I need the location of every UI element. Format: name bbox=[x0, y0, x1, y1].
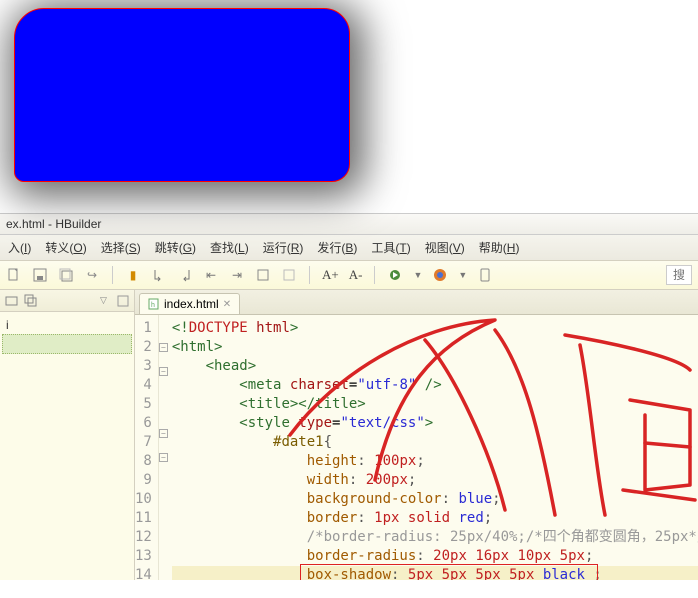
menu-item[interactable]: 选择(S) bbox=[95, 237, 147, 258]
collapse-icon[interactable]: ▽ bbox=[96, 293, 111, 308]
code-line[interactable]: background-color: blue; bbox=[172, 490, 698, 509]
code-line[interactable]: <title></title> bbox=[172, 395, 698, 414]
new-file-icon[interactable] bbox=[6, 267, 22, 283]
step-into-icon[interactable] bbox=[151, 267, 167, 283]
tab-label: index.html bbox=[164, 297, 219, 311]
code-line[interactable]: /*border-radius: 25px/40%;/*四个角都变圆角，25px… bbox=[172, 528, 698, 547]
link-icon[interactable] bbox=[115, 293, 130, 308]
menu-item[interactable]: 入(I) bbox=[2, 237, 37, 258]
code-line[interactable]: <meta charset="utf-8" /> bbox=[172, 376, 698, 395]
format-icon[interactable] bbox=[255, 267, 271, 283]
layers-tab-icon[interactable] bbox=[23, 293, 38, 308]
code-editor[interactable]: 123456789101112131415 −−−− <!DOCTYPE htm… bbox=[135, 315, 698, 580]
svg-text:h: h bbox=[151, 302, 155, 309]
code-line[interactable]: border: 1px solid red; bbox=[172, 509, 698, 528]
tree-item[interactable]: i bbox=[2, 316, 132, 334]
menu-item[interactable]: 跳转(G) bbox=[149, 237, 202, 258]
editor-tabs: h index.html ✕ bbox=[135, 290, 698, 315]
font-increase-button[interactable]: A+ bbox=[322, 267, 339, 283]
device-icon[interactable] bbox=[477, 267, 493, 283]
close-icon[interactable]: ✕ bbox=[223, 299, 231, 310]
code-content[interactable]: <!DOCTYPE html><html> <head> <meta chars… bbox=[168, 315, 698, 580]
fold-column: −−−− bbox=[159, 315, 168, 580]
indent-left-icon[interactable]: ⇤ bbox=[203, 267, 219, 283]
editor-area: h index.html ✕ 123456789101112131415 −−−… bbox=[135, 290, 698, 580]
step-over-icon[interactable] bbox=[177, 267, 193, 283]
separator bbox=[112, 266, 113, 284]
project-tab-icon[interactable] bbox=[4, 293, 19, 308]
menu-item[interactable]: 视图(V) bbox=[419, 237, 471, 258]
code-line[interactable]: <html> bbox=[172, 338, 698, 357]
format2-icon[interactable] bbox=[281, 267, 297, 283]
project-tree[interactable]: i bbox=[0, 312, 134, 580]
dropdown-icon[interactable]: ▼ bbox=[413, 270, 422, 280]
menu-bar: 入(I)转义(O)选择(S)跳转(G)查找(L)运行(R)发行(B)工具(T)视… bbox=[0, 235, 698, 261]
menu-item[interactable]: 转义(O) bbox=[39, 237, 92, 258]
ide-titlebar: ex.html - HBuilder bbox=[0, 213, 698, 235]
bookmark-icon[interactable]: ▮ bbox=[125, 267, 141, 283]
code-line[interactable]: height: 100px; bbox=[172, 452, 698, 471]
demo-box bbox=[14, 8, 350, 182]
tree-item-selected[interactable] bbox=[2, 334, 132, 354]
code-line[interactable]: #date1{ bbox=[172, 433, 698, 452]
code-line[interactable]: <!DOCTYPE html> bbox=[172, 319, 698, 338]
sidebar-tabs: ▽ bbox=[0, 290, 134, 312]
search-input[interactable] bbox=[666, 265, 692, 285]
run-icon[interactable] bbox=[387, 267, 403, 283]
code-line[interactable]: <head> bbox=[172, 357, 698, 376]
arrow-right-icon[interactable]: ↪ bbox=[84, 267, 100, 283]
html-file-icon: h bbox=[148, 298, 160, 310]
menu-item[interactable]: 发行(B) bbox=[311, 237, 363, 258]
save-icon[interactable] bbox=[32, 267, 48, 283]
menu-item[interactable]: 工具(T) bbox=[365, 237, 416, 258]
code-line[interactable]: width: 200px; bbox=[172, 471, 698, 490]
editor-tab[interactable]: h index.html ✕ bbox=[139, 293, 240, 314]
separator bbox=[374, 266, 375, 284]
sidebar: ▽ i bbox=[0, 290, 135, 580]
menu-item[interactable]: 帮助(H) bbox=[473, 237, 526, 258]
workspace: ▽ i h index.html ✕ 123456789101112131415… bbox=[0, 290, 698, 580]
highlight-rectangle bbox=[300, 564, 598, 580]
menu-item[interactable]: 查找(L) bbox=[204, 237, 255, 258]
font-decrease-button[interactable]: A- bbox=[349, 267, 363, 283]
code-line[interactable]: <style type="text/css"> bbox=[172, 414, 698, 433]
save-all-icon[interactable] bbox=[58, 267, 74, 283]
separator bbox=[309, 266, 310, 284]
indent-right-icon[interactable]: ⇥ bbox=[229, 267, 245, 283]
dropdown-icon[interactable]: ▼ bbox=[458, 270, 467, 280]
menu-item[interactable]: 运行(R) bbox=[257, 237, 310, 258]
browser-preview bbox=[0, 0, 698, 213]
browser-icon[interactable] bbox=[432, 267, 448, 283]
line-numbers: 123456789101112131415 bbox=[135, 315, 159, 580]
toolbar: ↪ ▮ ⇤ ⇥ A+ A- ▼ ▼ bbox=[0, 261, 698, 290]
